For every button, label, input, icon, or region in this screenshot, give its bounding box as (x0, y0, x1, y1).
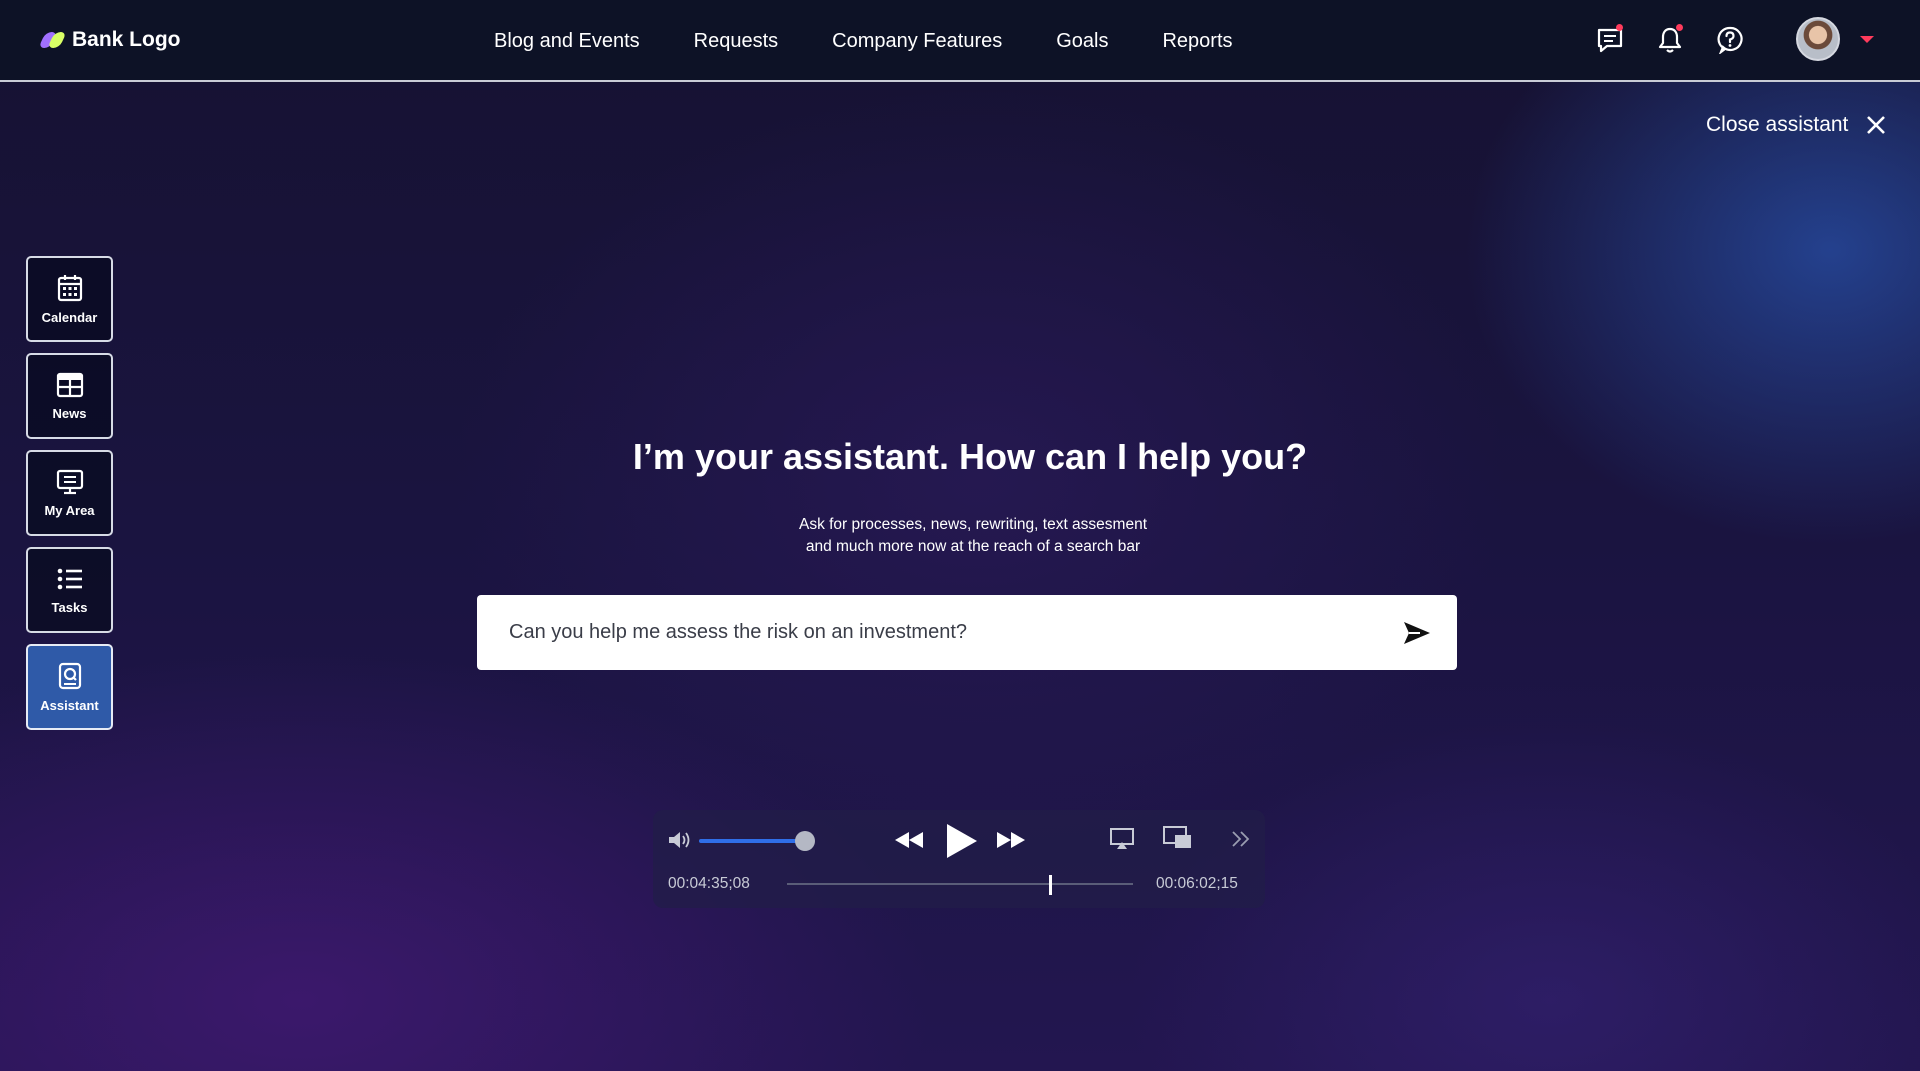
send-icon (1404, 621, 1430, 644)
close-assistant-button[interactable]: Close assistant (1706, 110, 1886, 140)
current-time: 00:04:35;08 (668, 875, 750, 892)
sidebar-item-news[interactable]: News (26, 353, 113, 439)
sidebar-item-label: Assistant (40, 697, 99, 713)
nav-item-reports[interactable]: Reports (1162, 30, 1232, 53)
assistant-query-input[interactable] (477, 595, 1377, 670)
seek-bar-track[interactable] (787, 883, 1133, 885)
header-actions (1580, 18, 1760, 62)
sidebar-item-tasks[interactable]: Tasks (26, 547, 113, 633)
assistant-subtext-line-2: and much more now at the reach of a sear… (805, 538, 1141, 555)
bank-logo[interactable]: Bank Logo (38, 26, 181, 54)
user-avatar[interactable] (1796, 17, 1840, 61)
fast-forward-icon[interactable] (995, 830, 1027, 850)
picture-in-picture-icon[interactable] (1163, 826, 1193, 850)
logo-mark-icon (38, 31, 67, 49)
top-navigation-bar: Bank Logo Blog and Events Requests Compa… (0, 0, 1920, 82)
rewind-icon[interactable] (893, 830, 925, 850)
airplay-icon[interactable] (1110, 828, 1134, 850)
duration-time: 00:06:02;15 (1156, 875, 1238, 892)
assistant-subtext: Ask for processes, news, rewriting, text… (0, 514, 1920, 558)
send-button[interactable] (1377, 595, 1457, 670)
help-icon[interactable] (1700, 18, 1760, 62)
app-background: Bank Logo Blog and Events Requests Compa… (0, 0, 1920, 1071)
chat-icon[interactable] (1580, 18, 1640, 62)
play-icon[interactable] (943, 822, 979, 860)
bell-icon[interactable] (1640, 18, 1700, 62)
tasks-icon (57, 568, 82, 589)
sidebar-item-label: News (52, 405, 87, 421)
close-assistant-label: Close assistant (1706, 113, 1849, 136)
news-icon (56, 372, 83, 397)
volume-slider-track[interactable] (699, 839, 805, 843)
sidebar-item-label: Calendar (41, 309, 98, 325)
media-player: 00:04:35;08 00:06:02;15 (653, 810, 1265, 908)
volume-icon[interactable] (667, 829, 693, 851)
chat-notification-dot (1616, 24, 1623, 31)
nav-item-goals[interactable]: Goals (1056, 30, 1108, 53)
volume-slider-handle[interactable] (795, 831, 815, 851)
nav-item-blog-and-events[interactable]: Blog and Events (494, 30, 640, 53)
nav-item-requests[interactable]: Requests (694, 30, 779, 53)
calendar-icon (57, 274, 82, 301)
sidebar-item-assistant[interactable]: Assistant (26, 644, 113, 730)
seek-bar-playhead[interactable] (1048, 875, 1052, 895)
assistant-search-bar (477, 595, 1457, 670)
close-icon (1867, 116, 1886, 134)
chevron-down-icon[interactable] (1860, 36, 1874, 43)
assistant-headline: I’m your assistant. How can I help you? (632, 436, 1308, 477)
more-controls-icon[interactable] (1231, 830, 1251, 848)
assistant-subtext-line-1: Ask for processes, news, rewriting, text… (798, 516, 1148, 533)
sidebar-item-label: Tasks (51, 599, 88, 615)
nav-item-company-features[interactable]: Company Features (832, 30, 1002, 53)
assistant-icon (58, 662, 81, 689)
sidebar-item-calendar[interactable]: Calendar (26, 256, 113, 342)
main-nav: Blog and Events Requests Company Feature… (494, 24, 1233, 58)
bell-notification-dot (1676, 24, 1683, 31)
sidebar: Calendar News My Area Tasks Assistant (26, 256, 113, 741)
logo-text: Bank Logo (72, 28, 181, 51)
